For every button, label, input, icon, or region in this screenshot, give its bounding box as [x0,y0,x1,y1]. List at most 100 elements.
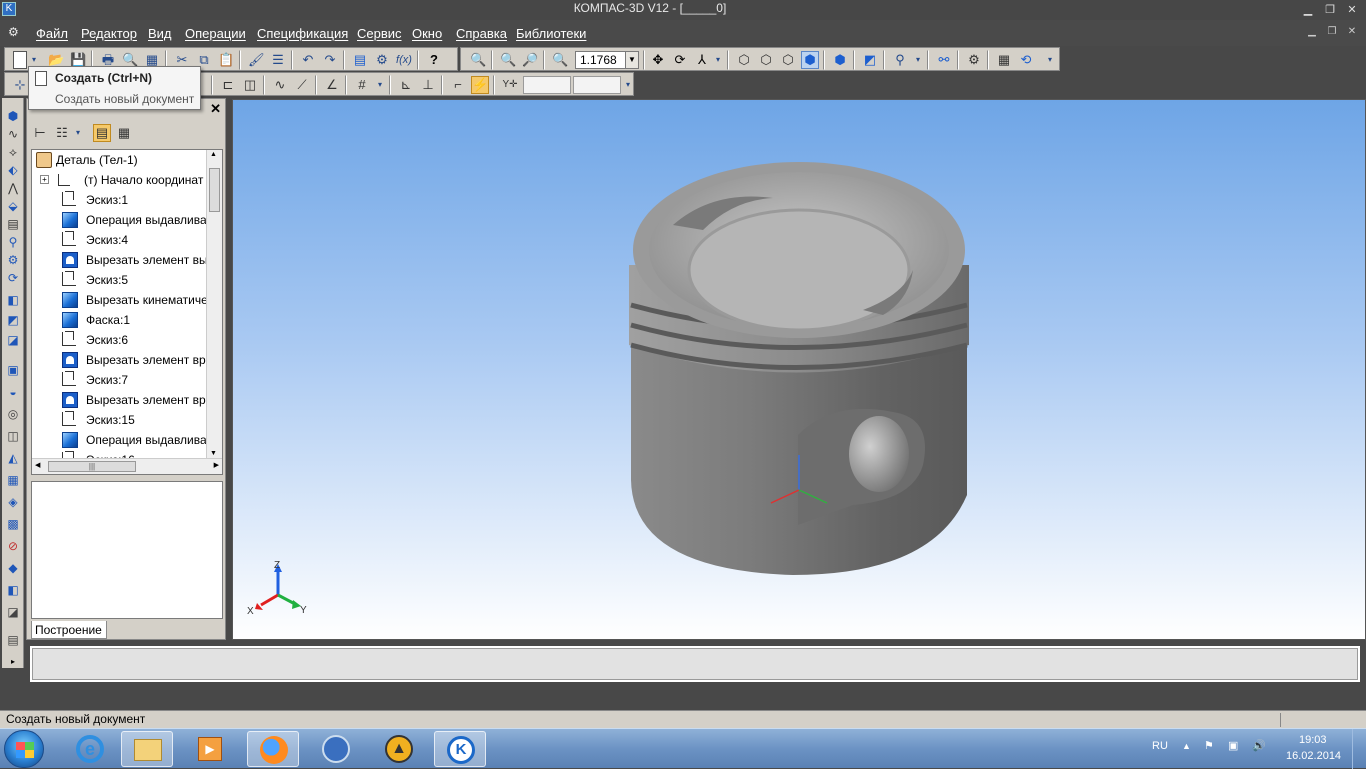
taskbar-ie[interactable]: e [64,731,116,767]
orientation-dropdown-arrow[interactable]: ▾ [713,51,723,69]
menu-file[interactable]: Файл [36,26,68,41]
menu-window[interactable]: Окно [412,26,442,41]
sketch-icon[interactable]: ⊏ [219,76,237,94]
tree-item[interactable]: Вырезать элемент вы [32,250,212,270]
tree-item[interactable]: Вырезать кинематиче [32,290,212,310]
doc-minimize-button[interactable]: ▁ [1304,26,1320,40]
tree-item[interactable]: Эскиз:15 [32,410,212,430]
copy-properties-icon[interactable]: 🖌 [247,51,265,69]
tree-build-order-icon[interactable]: ⊢ [31,124,49,142]
menu-operations[interactable]: Операции [185,26,246,41]
undo-icon[interactable]: ↶ [299,51,317,69]
snap-toggle-icon[interactable]: ⚡ [471,76,489,94]
expand-icon[interactable]: + [40,175,49,184]
taskbar-explorer[interactable] [121,731,173,767]
clock-time[interactable]: 19:03 [1299,734,1327,746]
measure-icon[interactable]: ⚯ [935,51,953,69]
manager-icon[interactable]: ▤ [351,51,369,69]
doc-restore-button[interactable]: ❐ [1324,26,1340,40]
coordinate-y-field[interactable] [573,76,621,94]
dimensions-icon[interactable]: ▤ [5,216,21,232]
constraint-icon[interactable]: ⟋ [293,76,311,94]
extrude-tool-icon[interactable]: ◧ [5,292,21,308]
paste-icon[interactable]: 📋 [217,51,235,69]
clock-date[interactable]: 16.02.2014 [1286,750,1341,762]
volume-icon[interactable]: 🔊 [1252,739,1266,752]
zoom-scale-input[interactable]: 1.1768 [575,51,627,69]
array-tool-icon[interactable]: ▦ [5,472,21,488]
variables-icon[interactable]: f(x) [395,51,413,69]
measure-tool-icon[interactable]: ⚲ [5,234,21,250]
ortho-icon[interactable]: ⊾ [397,76,415,94]
minimize-button[interactable]: ▁ [1298,2,1318,18]
zoom-dropdown-arrow[interactable]: ▼ [625,51,639,69]
scroll-right-arrow[interactable]: ▶ [214,461,219,469]
tray-expand-icon[interactable]: ▲ [1182,741,1191,751]
new-document-icon[interactable] [13,51,27,69]
toolbar-options-arrow[interactable]: ▾ [1045,51,1055,69]
hidden-lines-thin-icon[interactable]: ⬡ [779,51,797,69]
tree-item[interactable]: Эскиз:1 [32,190,212,210]
taskbar-app[interactable] [310,731,362,767]
refresh-icon[interactable]: ⟲ [1017,51,1035,69]
spline-icon[interactable]: ∿ [271,76,289,94]
menu-help[interactable]: Справка [456,26,507,41]
tree-item[interactable]: Вырезать элемент вр [32,350,212,370]
mirror-tool-icon[interactable]: ◈ [5,494,21,510]
cut-tool-icon[interactable]: ▣ [5,362,21,378]
menu-specification[interactable]: Спецификация [257,26,348,41]
tree-close-icon[interactable]: ✕ [210,101,221,117]
hole-tool-icon[interactable]: ◎ [5,406,21,422]
tree-item[interactable]: Операция выдавлива [32,430,212,450]
tree-horizontal-scrollbar[interactable]: ◀ ||| ▶ [32,458,222,474]
taskbar-kompas[interactable]: K [434,731,486,767]
model-viewport[interactable]: Z X Y [232,99,1366,640]
shell-tool-icon[interactable]: ◫ [5,428,21,444]
perspective-icon[interactable]: ⬢ [831,51,849,69]
tree-item[interactable]: Эскиз:7 [32,370,212,390]
editing-icon[interactable]: ⬢ [5,108,21,124]
taskbar-media[interactable]: ▶ [184,731,236,767]
rebuild-table-icon[interactable]: ▦ [995,51,1013,69]
menu-view[interactable]: Вид [148,26,172,41]
ortho-mode-icon[interactable]: ⌐ [449,76,467,94]
sheet-metal-icon[interactable]: ▤ [5,632,21,648]
show-desktop-button[interactable] [1352,729,1366,769]
tree-item[interactable]: Операция выдавлива [32,210,212,230]
filter-dropdown-arrow[interactable]: ▾ [913,51,923,69]
redo-icon[interactable]: ↷ [321,51,339,69]
wireframe-icon[interactable]: ⬡ [735,51,753,69]
tree-mode-icon[interactable]: ▤ [93,124,111,142]
scroll-thumb[interactable]: ||| [48,461,136,472]
halftone-icon[interactable]: ⬢ [801,51,819,69]
specification-icon[interactable]: ⟳ [5,270,21,286]
language-indicator[interactable]: RU [1152,740,1168,752]
filter-icon[interactable]: ⚲ [891,51,909,69]
start-button[interactable] [4,730,44,768]
taskbar-firefox[interactable] [247,731,299,767]
doc-close-button[interactable]: ✕ [1344,26,1360,40]
draft-tool-icon[interactable]: ◆ [5,560,21,576]
tree-item[interactable]: Вырезать элемент вр [32,390,212,410]
scroll-thumb[interactable] [209,168,220,212]
tree-vertical-scrollbar[interactable]: ▲ ▼ [206,150,222,458]
zoom-in-icon[interactable]: 🔍 [499,51,517,69]
local-axes-icon[interactable]: ⊥ [419,76,437,94]
maximize-button[interactable]: ❐ [1320,2,1340,18]
angle-snap-icon[interactable]: ∠ [323,76,341,94]
tree-item[interactable]: + (т) Начало координат [32,170,212,190]
zoom-window-icon[interactable]: 🔍 [469,51,487,69]
spline-tool-icon[interactable]: ∿ [5,126,21,142]
parameters-icon[interactable]: ☰ [269,51,287,69]
edit-part-icon[interactable]: ◫ [241,76,259,94]
toolbar-expand-arrow[interactable]: ▸ [5,654,21,670]
filters-icon[interactable]: ⚙ [5,252,21,268]
tree-item[interactable]: Фаска:1 [32,310,212,330]
zoom-scale-icon[interactable]: 🔍 [551,51,569,69]
help-pointer-icon[interactable]: ? [425,51,443,69]
rib-tool-icon[interactable]: ◭ [5,450,21,466]
menu-libraries[interactable]: Библиотеки [516,26,586,41]
scroll-up-arrow[interactable]: ▲ [210,151,217,158]
tree-item[interactable]: Эскиз:4 [32,230,212,250]
section-icon[interactable]: ◩ [861,51,879,69]
